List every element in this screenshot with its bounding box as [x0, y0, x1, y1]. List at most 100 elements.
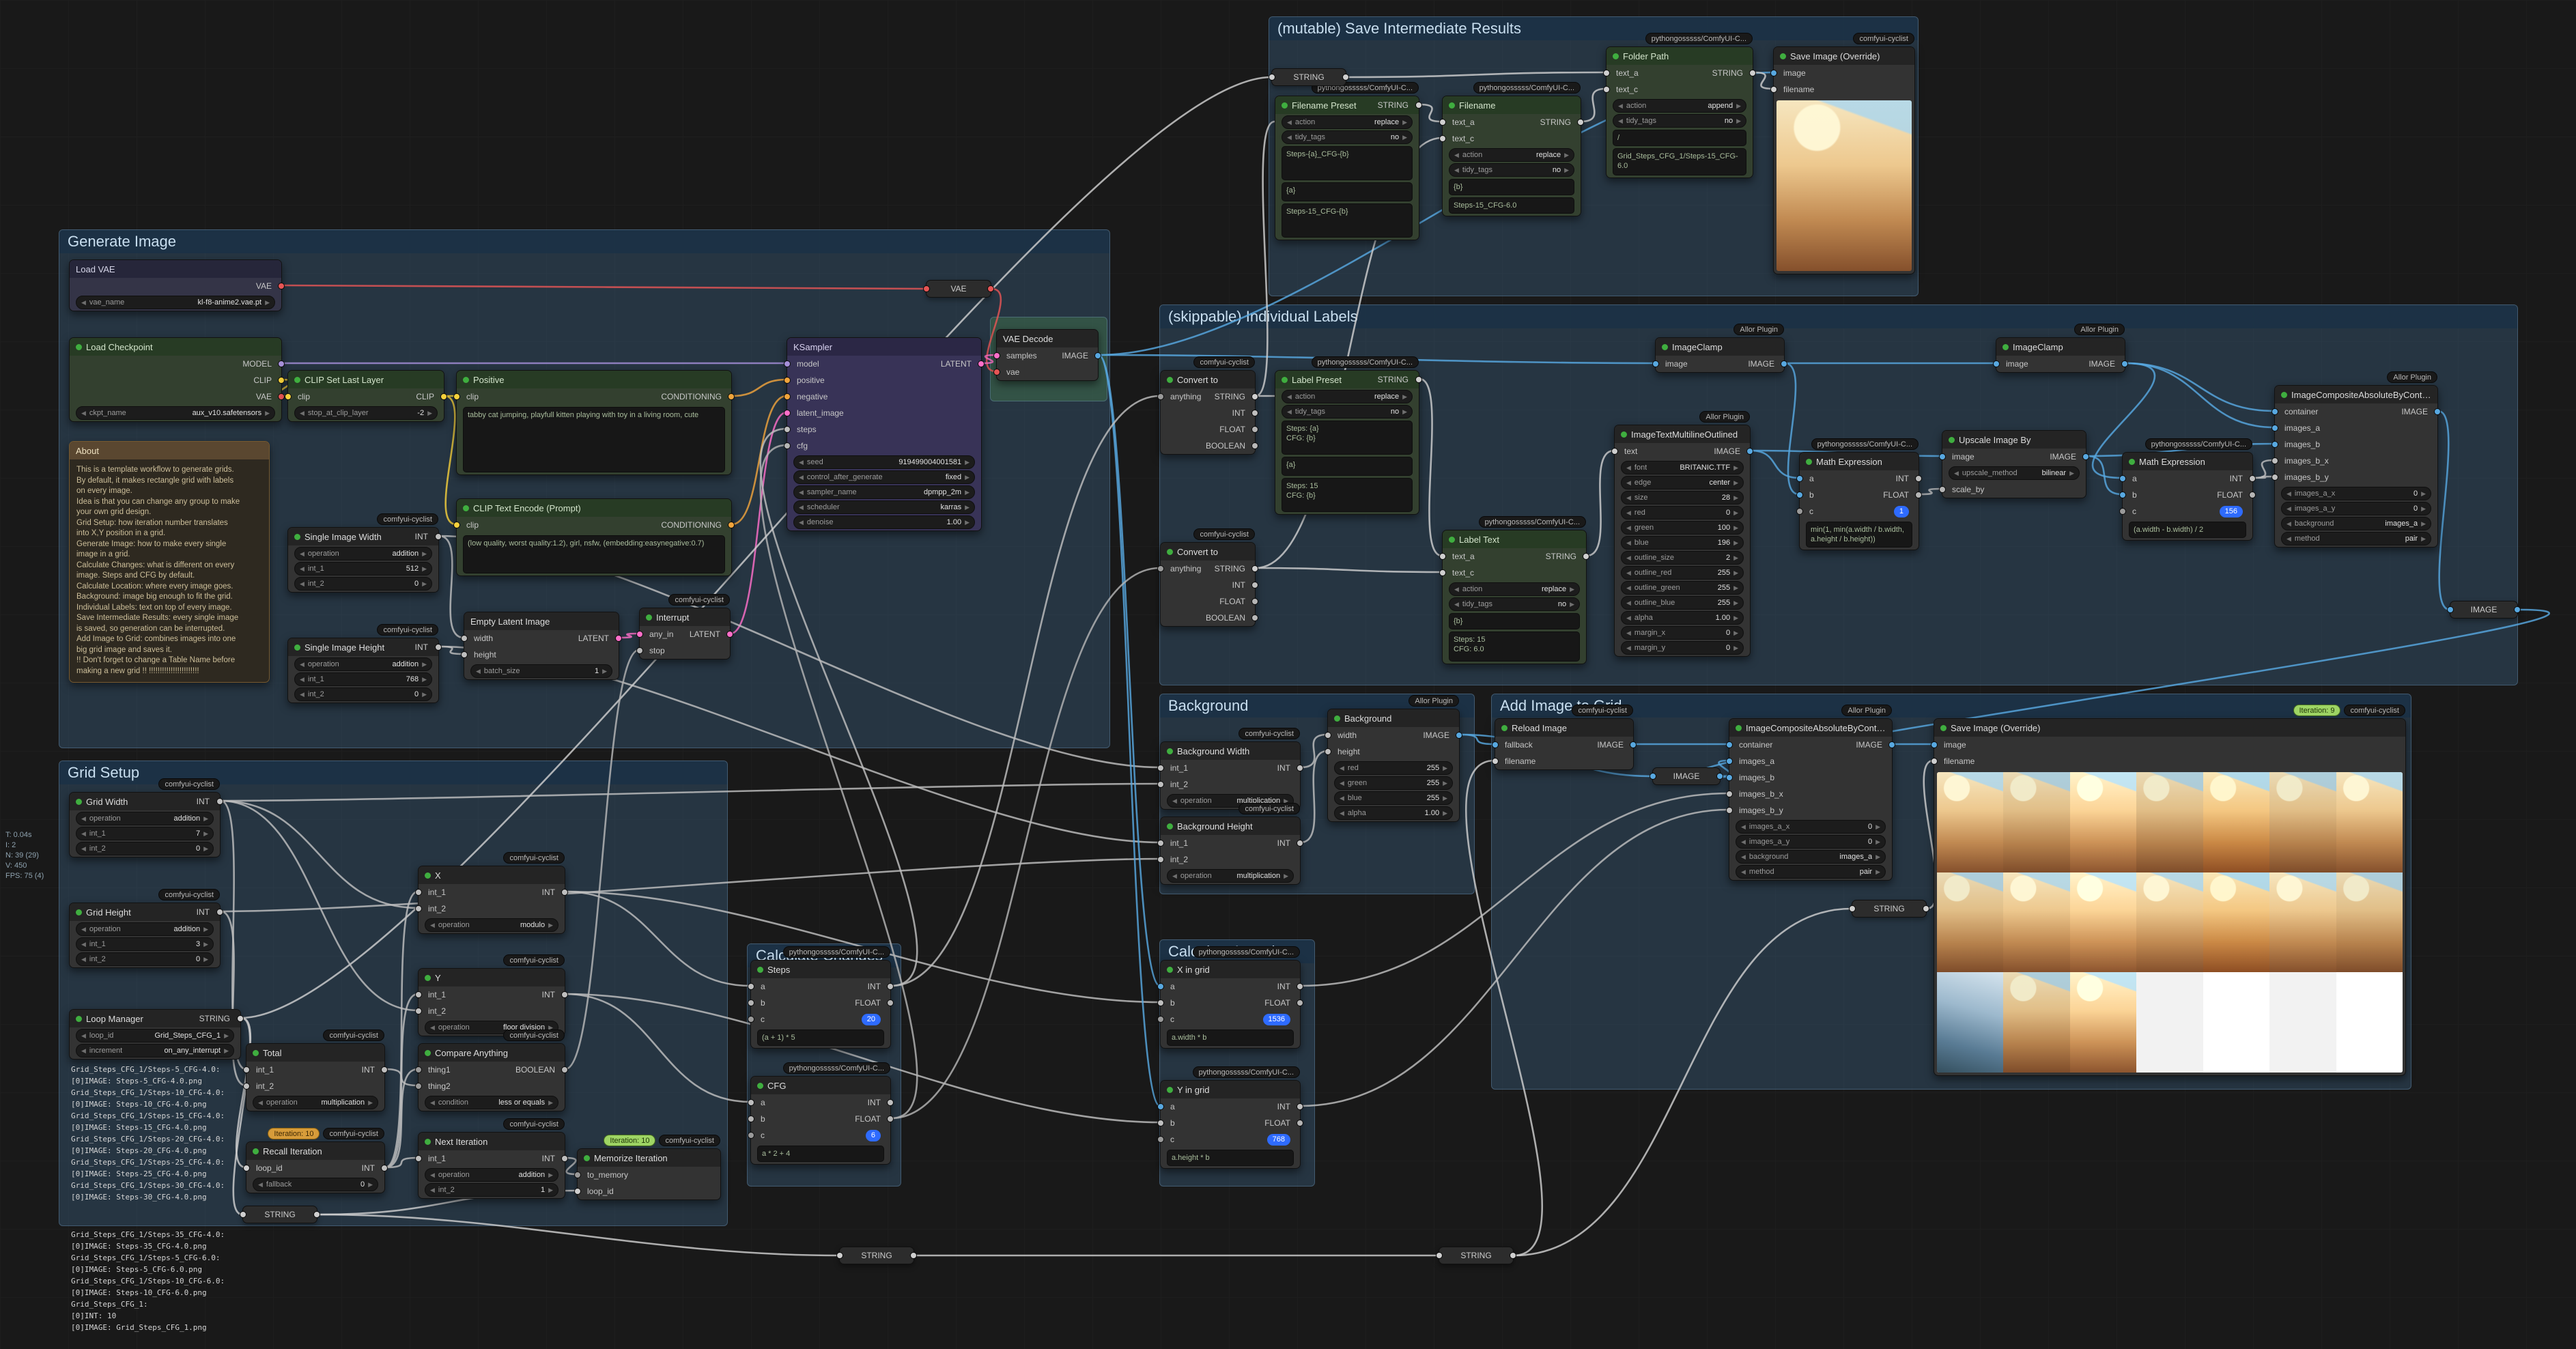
input-port-c[interactable] — [1157, 1136, 1164, 1143]
node-x-in-grid[interactable]: pythongosssss/ComfyUI-C... X in grid a INT b… — [1157, 946, 1303, 1049]
widget-int_1[interactable]: ◀ int_1 768 ▶ — [294, 672, 432, 686]
widget-right-arrow[interactable]: ▶ — [1736, 102, 1741, 110]
widget-value[interactable]: 0 — [1726, 644, 1730, 652]
widget-ckpt_name[interactable]: ◀ ckpt_name aux_v10.safetensors ▶ — [76, 406, 275, 420]
input-port-height[interactable] — [1325, 748, 1331, 755]
output-port-string[interactable] — [1415, 376, 1422, 383]
output-port-int[interactable] — [216, 798, 223, 805]
node-titlebar[interactable]: CFG — [751, 1077, 890, 1094]
widget-left-arrow[interactable]: ◀ — [81, 926, 86, 933]
node-titlebar[interactable]: Empty Latent Image — [464, 612, 619, 630]
input-port-b[interactable] — [748, 1116, 754, 1122]
node-math-exp-1[interactable]: pythongosssss/ComfyUI-C... Math Expressio… — [1796, 438, 1922, 550]
node-string-r4[interactable]: STRING — [1849, 900, 1929, 918]
input-port-int_2[interactable] — [415, 1008, 422, 1014]
widget-images_a_y[interactable]: ◀ images_a_y 0 ▶ — [2281, 502, 2431, 515]
widget-right-arrow[interactable]: ▶ — [265, 410, 270, 417]
text-widget[interactable]: (a + 1) * 5 — [757, 1030, 884, 1046]
output-port-int[interactable] — [1297, 840, 1303, 847]
node-imageclamp-2[interactable]: Allor Plugin ImageClamp image IMAGE — [1993, 324, 2128, 373]
output-port-int[interactable] — [1297, 765, 1303, 771]
widget-left-arrow[interactable]: ◀ — [1172, 872, 1177, 880]
widget-right-arrow[interactable]: ▶ — [1733, 479, 1738, 487]
output-port-string[interactable] — [1749, 70, 1756, 76]
widget-int_1[interactable]: ◀ int_1 7 ▶ — [76, 827, 214, 840]
input-port-container[interactable] — [1726, 741, 1733, 748]
output-port-int[interactable] — [381, 1066, 388, 1073]
widget-value[interactable]: aux_v10.safetensors — [193, 409, 262, 417]
output-port-float[interactable] — [1297, 1120, 1303, 1126]
input-port-image[interactable] — [1939, 453, 1946, 460]
output-port-float[interactable] — [887, 1116, 894, 1122]
input-port-width[interactable] — [461, 635, 468, 642]
widget-tidy_tags[interactable]: ◀ tidy_tags no ▶ — [1613, 114, 1746, 128]
input-port-text_a[interactable] — [1439, 553, 1446, 560]
input-port-c[interactable] — [1157, 1016, 1164, 1023]
widget-left-arrow[interactable]: ◀ — [799, 504, 804, 511]
widget-value[interactable]: 0 — [414, 690, 419, 698]
input-port-container[interactable] — [2271, 408, 2278, 415]
widget-value[interactable]: replace — [1374, 393, 1399, 401]
widget-red[interactable]: ◀ red 255 ▶ — [1334, 761, 1453, 775]
widget-left-arrow[interactable]: ◀ — [300, 410, 305, 417]
widget-right-arrow[interactable]: ▶ — [1402, 393, 1407, 401]
output-port-int[interactable] — [887, 983, 894, 990]
widget-value[interactable]: 28 — [1722, 494, 1730, 502]
output-port-float[interactable] — [1251, 426, 1258, 433]
widget-right-arrow[interactable]: ▶ — [422, 580, 427, 588]
node-titlebar[interactable]: Label Preset STRING — [1275, 371, 1422, 388]
widget-left-arrow[interactable]: ◀ — [1454, 167, 1459, 174]
widget-int_1[interactable]: ◀ int_1 512 ▶ — [294, 562, 432, 576]
widget-margin_x[interactable]: ◀ margin_x 0 ▶ — [1621, 626, 1744, 640]
output-port-string[interactable] — [1577, 119, 1584, 126]
widget-font[interactable]: ◀ font BRITANIC.TTF ▶ — [1621, 461, 1744, 474]
widget-left-arrow[interactable]: ◀ — [1618, 117, 1623, 125]
input-port-b[interactable] — [1157, 999, 1164, 1006]
input-port-c[interactable] — [748, 1132, 754, 1139]
widget-value[interactable]: no — [1553, 166, 1561, 174]
output-port-float[interactable] — [1251, 598, 1258, 605]
widget-left-arrow[interactable]: ◀ — [258, 1181, 263, 1189]
output-port-conditioning[interactable] — [728, 393, 735, 400]
node-background[interactable]: Allor Plugin Background width IMAGE height ◀ r… — [1325, 695, 1462, 822]
text-widget[interactable]: / — [1613, 130, 1746, 146]
output-port-float[interactable] — [2249, 492, 2256, 498]
input-port-scale_by[interactable] — [1939, 486, 1946, 493]
node-grid-height[interactable]: comfyui-cyclist Grid Height INT ◀ operation a… — [69, 889, 223, 968]
widget-value[interactable]: 255 — [1427, 764, 1439, 772]
node-string-r3[interactable]: STRING — [1436, 1247, 1516, 1264]
widget-upscale_method[interactable]: ◀ upscale_method bilinear ▶ — [1949, 466, 2080, 480]
node-titlebar[interactable]: Background — [1328, 709, 1459, 727]
input-port-height[interactable] — [461, 651, 468, 658]
output-port-int[interactable] — [1251, 582, 1258, 588]
node-ksampler[interactable]: KSampler model LATENT positive negative laten… — [784, 337, 985, 531]
input-port-negative[interactable] — [784, 393, 791, 400]
text-widget[interactable]: {a} — [1282, 182, 1413, 201]
node-background-width[interactable]: comfyui-cyclist Background Width int_1 INT i… — [1157, 728, 1303, 810]
widget-right-arrow[interactable]: ▶ — [203, 845, 208, 853]
widget-value[interactable]: addition — [393, 550, 419, 558]
widget-background[interactable]: ◀ background images_a ▶ — [2281, 517, 2431, 530]
output-port[interactable] — [2514, 606, 2521, 613]
widget-value[interactable]: images_a — [1839, 853, 1872, 861]
node-filename[interactable]: pythongosssss/ComfyUI-C... Filename text_a… — [1439, 82, 1584, 216]
input-port-any_in[interactable] — [636, 631, 643, 638]
widget-left-arrow[interactable]: ◀ — [1454, 586, 1459, 593]
widget-value[interactable]: -2 — [417, 409, 424, 417]
widget-left-arrow[interactable]: ◀ — [1626, 494, 1631, 502]
output-port-vae[interactable] — [278, 393, 285, 400]
input-port-c[interactable] — [1796, 508, 1803, 515]
output-port[interactable] — [1342, 74, 1349, 81]
widget-left-arrow[interactable]: ◀ — [1741, 823, 1746, 831]
node-string-top[interactable]: STRING — [1269, 68, 1349, 86]
widget-value[interactable]: images_a — [2385, 520, 2418, 528]
widget-value[interactable]: Grid_Steps_CFG_1 — [154, 1032, 221, 1040]
node-folder-path[interactable]: pythongosssss/ComfyUI-C... Folder Path tex… — [1603, 33, 1756, 178]
widget-value[interactable]: replace — [1374, 118, 1399, 126]
widget-right-arrow[interactable]: ▶ — [548, 1172, 553, 1179]
input-port-b[interactable] — [1796, 492, 1803, 498]
widget-value[interactable]: addition — [174, 925, 201, 933]
node-titlebar[interactable]: Folder Path — [1607, 47, 1753, 65]
widget-value[interactable]: append — [1708, 102, 1733, 110]
widget-left-arrow[interactable]: ◀ — [1626, 629, 1631, 637]
